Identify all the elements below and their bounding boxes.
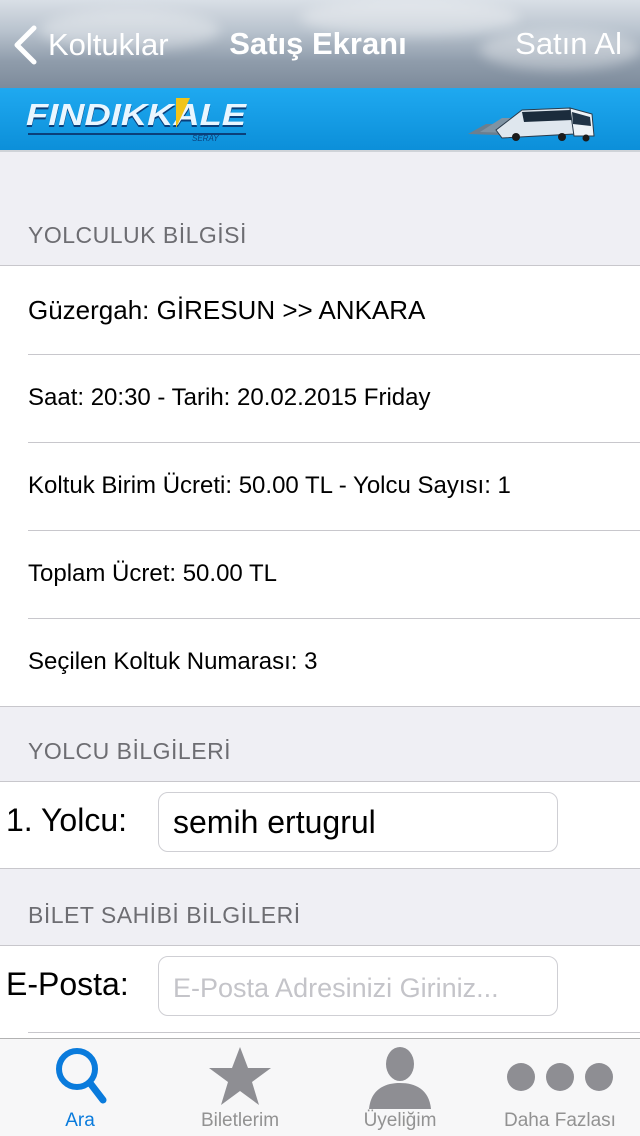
more-icon	[507, 1063, 613, 1091]
tab-more-label: Daha Fazlası	[504, 1110, 616, 1131]
tab-bar: Ara Biletlerim Üyeliğim Daha Fazlası	[0, 1038, 640, 1136]
passenger-section-header: YOLCU BİLGİLERİ	[28, 738, 232, 764]
trip-section-header: YOLCULUK BİLGİSİ	[28, 222, 247, 248]
back-button-label: Koltuklar	[48, 27, 169, 62]
logo-subtext: SERAY	[192, 134, 219, 142]
price-passenger-row: Koltuk Birim Ücreti: 50.00 TL - Yolcu Sa…	[0, 442, 640, 530]
passenger-label: 1. Yolcu:	[6, 801, 127, 838]
email-row: E-Posta:	[0, 945, 640, 1045]
bus-fleet-image	[468, 107, 595, 142]
purchase-button[interactable]: Satın Al	[515, 26, 622, 62]
trip-info-group: Güzergah: GİRESUN >> ANKARA Saat: 20:30 …	[0, 265, 640, 707]
row-divider	[28, 1032, 640, 1033]
tab-search-label: Ara	[65, 1110, 95, 1131]
findikkale-logo: FINDIKKALE FINDIKKALE SERAY	[26, 97, 248, 142]
person-icon	[369, 1047, 431, 1109]
tab-membership[interactable]: Üyeliğim	[320, 1039, 480, 1136]
search-icon	[56, 1048, 107, 1104]
email-label: E-Posta:	[6, 965, 129, 1002]
tab-my-tickets-label: Biletlerim	[200, 1110, 280, 1131]
email-input[interactable]	[158, 956, 558, 1016]
tab-my-tickets[interactable]: Biletlerim	[160, 1039, 320, 1136]
tab-more[interactable]: Daha Fazlası	[480, 1039, 640, 1136]
total-price-row: Toplam Ücret: 50.00 TL	[0, 530, 640, 618]
logo-wordmark-highlight: FINDIKKALE	[26, 97, 248, 132]
passenger-row: 1. Yolcu:	[0, 781, 640, 869]
page-title: Satış Ekranı	[229, 26, 407, 61]
chevron-left-icon	[14, 25, 37, 65]
ticket-owner-section-header: BİLET SAHİBİ BİLGİLERİ	[28, 902, 301, 928]
star-icon	[209, 1047, 271, 1105]
banner-divider	[0, 150, 640, 152]
passenger-name-input[interactable]	[158, 792, 558, 852]
brand-banner: FINDIKKALE FINDIKKALE SERAY	[0, 88, 640, 150]
seat-number-row: Seçilen Koltuk Numarası: 3	[0, 618, 640, 706]
navigation-bar: Koltuklar Satış Ekranı Satın Al	[0, 0, 640, 88]
route-row: Güzergah: GİRESUN >> ANKARA	[28, 294, 426, 325]
time-date-row: Saat: 20:30 - Tarih: 20.02.2015 Friday	[0, 354, 640, 442]
tab-search[interactable]: Ara	[0, 1039, 160, 1136]
tab-membership-label: Üyeliğim	[363, 1110, 437, 1131]
back-button[interactable]: Koltuklar	[12, 22, 169, 68]
